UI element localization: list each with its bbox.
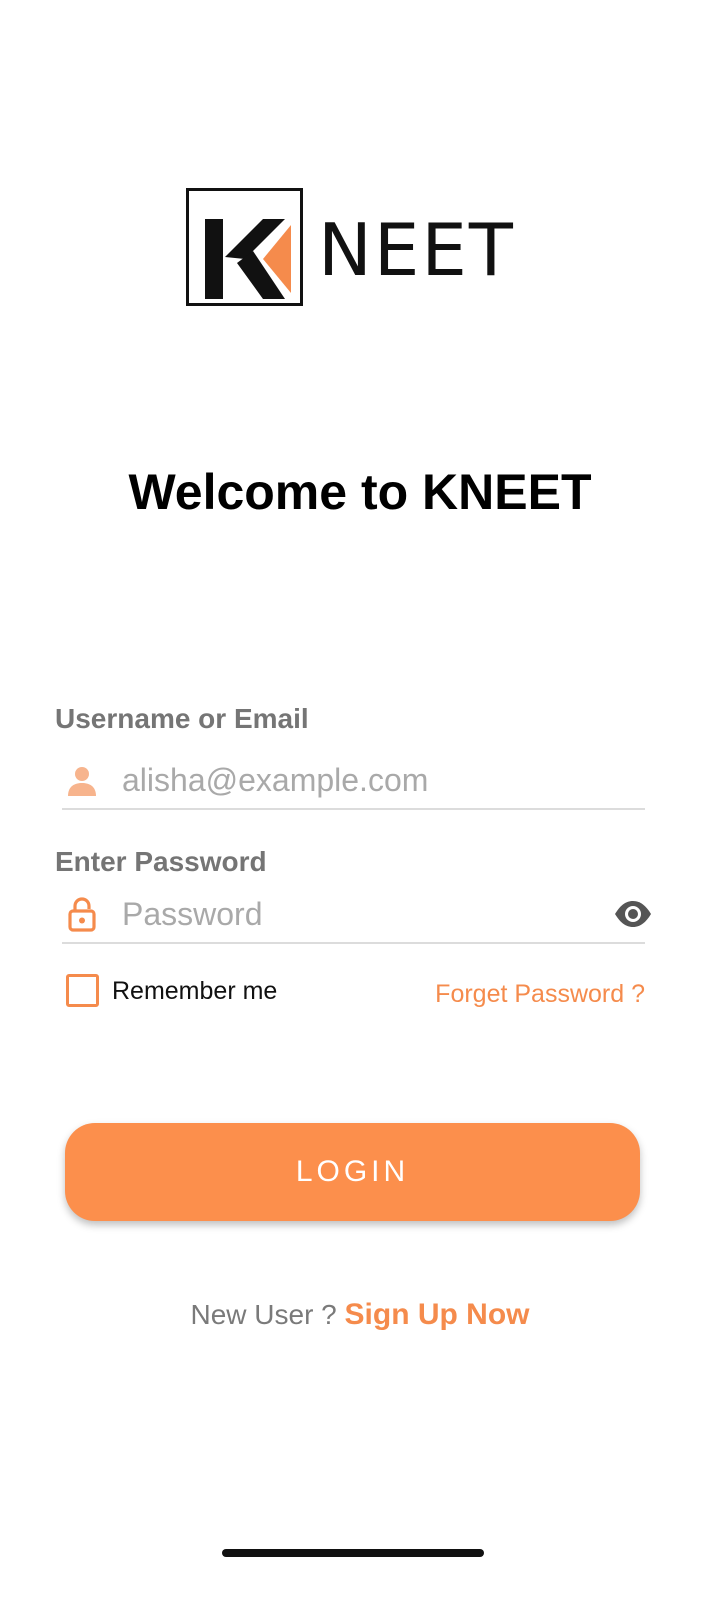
signup-link[interactable]: Sign Up Now <box>345 1298 530 1331</box>
remember-checkbox[interactable] <box>66 974 99 1007</box>
signup-row: New User ? Sign Up Now <box>0 1295 720 1335</box>
new-user-text: New User ? <box>190 1299 345 1330</box>
username-label: Username or Email <box>55 703 309 734</box>
page-title: Welcome to KNEET <box>128 464 592 520</box>
remember-label[interactable]: Remember me <box>112 975 277 1007</box>
password-row <box>62 884 651 944</box>
password-input[interactable] <box>122 892 602 936</box>
login-button[interactable]: LOGIN <box>65 1123 640 1221</box>
eye-icon[interactable] <box>613 896 653 932</box>
logo-wordmark: NEET <box>318 208 515 292</box>
logo-k-icon <box>205 219 291 299</box>
password-label: Enter Password <box>55 846 267 877</box>
lock-icon <box>68 897 96 932</box>
logo-mark <box>186 188 303 306</box>
kneet-logo: NEET <box>186 188 526 312</box>
home-indicator[interactable] <box>222 1549 484 1557</box>
username-row <box>62 750 645 810</box>
person-icon <box>68 767 96 796</box>
forget-password-link[interactable]: Forget Password ? <box>435 978 645 1010</box>
username-input[interactable] <box>122 758 602 802</box>
